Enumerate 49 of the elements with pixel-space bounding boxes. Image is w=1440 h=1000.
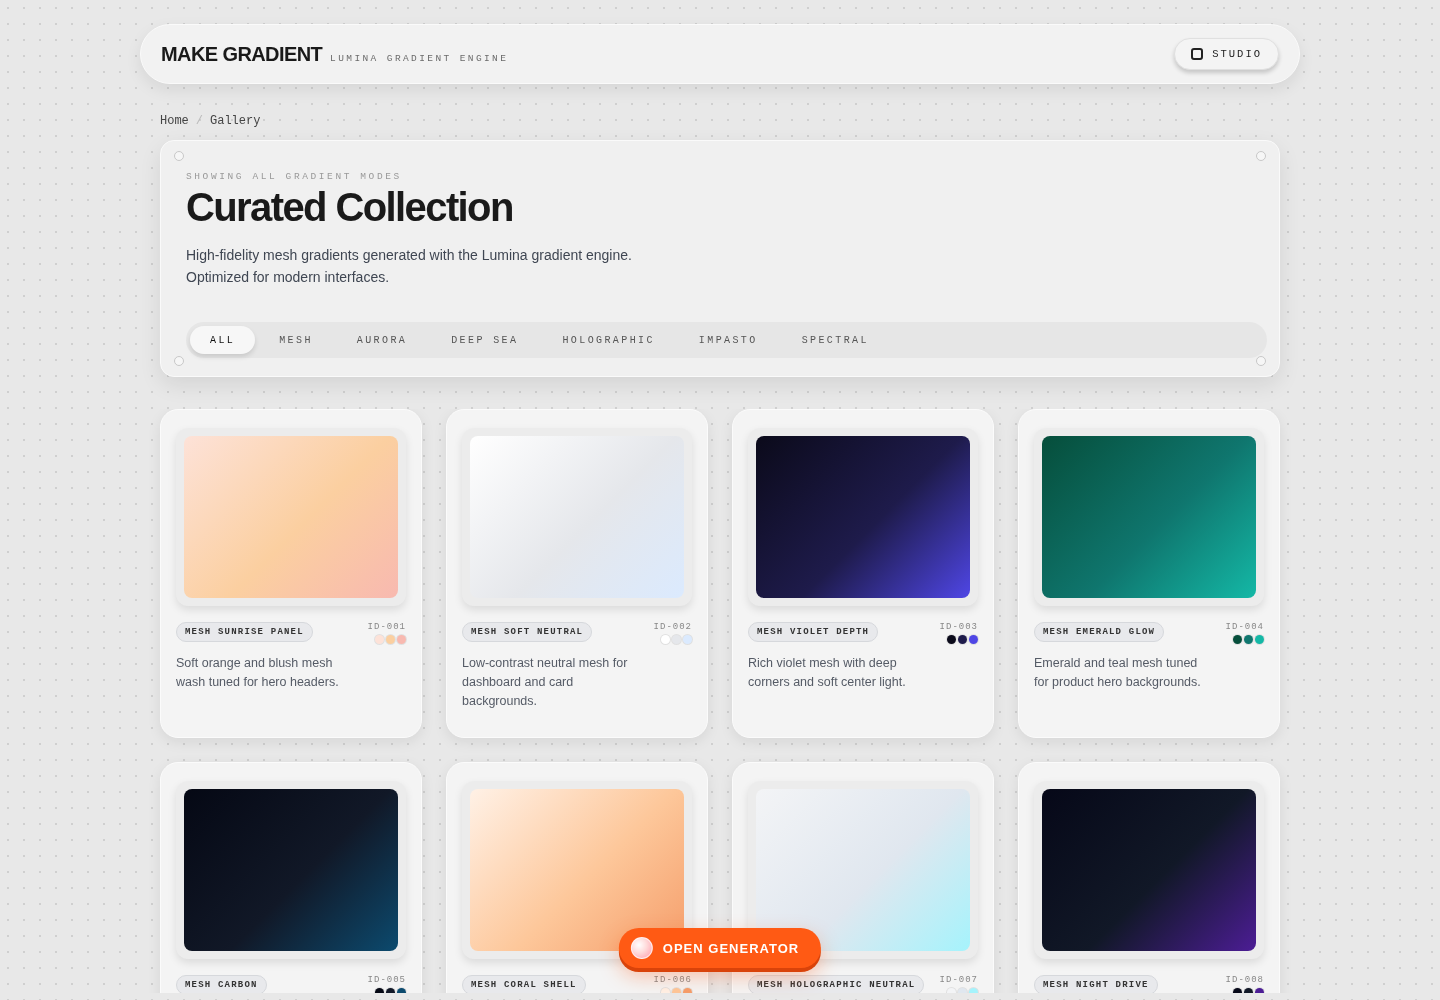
gradient-card[interactable]: MESH EMERALD GLOW ID-004 Emerald and teal mesh tuned for product hero backgrounds. — [1018, 409, 1280, 738]
gradient-id: ID-006 — [653, 975, 692, 985]
gradient-name: MESH SOFT NEUTRAL — [462, 622, 593, 642]
description-text: Optimized for modern interfaces. — [186, 268, 391, 287]
gradient-name: MESH EMERALD GLOW — [1034, 622, 1165, 642]
filter-tab[interactable]: HOLOGRAPHIC — [542, 326, 675, 354]
breadcrumb-link[interactable]: Home — [160, 114, 189, 132]
filter-tab[interactable]: MESH — [259, 326, 333, 354]
gradient-id: ID-002 — [653, 622, 692, 632]
studio-button[interactable]: STUDIO — [1174, 38, 1279, 70]
breadcrumb-separator: / — [195, 114, 203, 130]
rivet-icon — [1256, 151, 1266, 161]
gradient-id: ID-003 — [939, 622, 978, 632]
card-description: Rich violet mesh with deep corners and soft center light. — [748, 655, 907, 691]
rivet-icon — [174, 151, 184, 161]
card-description: Soft orange and blush mesh wash tuned for hero headers. — [176, 655, 340, 691]
gradient-id: ID-004 — [1225, 622, 1264, 632]
orb-icon — [630, 937, 653, 959]
card-description: Emerald and teal mesh tuned for product hero backgrounds. — [1034, 655, 1202, 691]
gradient-name: MESH SUNRISE PANEL — [176, 622, 313, 642]
filter-tab[interactable]: DEEP SEA — [431, 326, 539, 354]
gradient-card[interactable]: MESH CARBON ID-005 — [160, 762, 422, 993]
tagline: LUMINA GRADIENT ENGINE — [330, 52, 509, 64]
gradient-id: ID-005 — [367, 975, 406, 985]
gradient-name: MESH CARBON — [176, 975, 267, 993]
gradient-name: MESH CORAL SHELL — [462, 975, 586, 993]
rivet-icon — [174, 356, 184, 366]
gradient-card[interactable]: MESH VIOLET DEPTH ID-003 Rich violet mesh with deep corners and soft center light. — [732, 409, 994, 738]
description-text: High-fidelity mesh gradients generated with the Lumina gradient engine. — [186, 246, 633, 265]
square-icon — [1191, 48, 1204, 60]
eyebrow-text: SHOWING ALL GRADIENT MODES — [186, 171, 403, 182]
card-description: Low-contrast neutral mesh for dashboard and card backgrounds. — [462, 655, 629, 710]
gradient-name: MESH VIOLET DEPTH — [748, 622, 879, 642]
gradient-name: MESH NIGHT DRIVE — [1034, 975, 1158, 993]
gradient-id: ID-007 — [939, 975, 978, 985]
gradient-card[interactable]: MESH SOFT NEUTRAL ID-002 Low-contrast neutral mesh for dashboard and card backgrounds. — [446, 409, 708, 738]
breadcrumb-link[interactable]: Gallery — [210, 114, 261, 132]
filter-tab[interactable]: IMPASTO — [678, 326, 778, 354]
filter-tab[interactable]: AURORA — [336, 326, 428, 354]
rivet-icon — [1256, 356, 1266, 366]
gradient-card[interactable]: MESH SUNRISE PANEL ID-001 Soft orange and blush mesh wash tuned for hero headers. — [160, 409, 422, 738]
gradient-card[interactable]: MESH NIGHT DRIVE ID-008 — [1018, 762, 1280, 993]
filter-tab[interactable]: ALL — [190, 326, 256, 354]
logo[interactable]: MAKE GRADIENT — [161, 42, 323, 66]
gradient-id: ID-008 — [1225, 975, 1264, 985]
filter-tab[interactable]: SPECTRAL — [781, 326, 889, 354]
page-title: Curated Collection — [186, 184, 514, 230]
gradient-id: ID-001 — [367, 622, 406, 632]
gradient-name: MESH HOLOGRAPHIC NEUTRAL — [748, 975, 925, 993]
